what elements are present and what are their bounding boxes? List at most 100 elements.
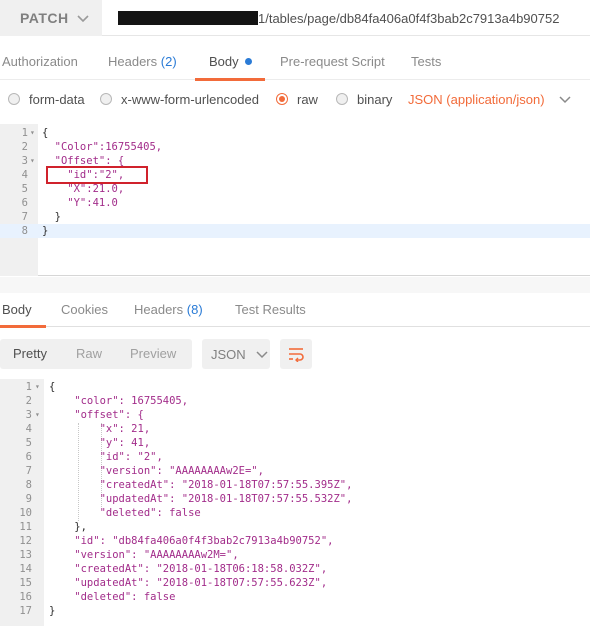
wrap-lines-icon bbox=[289, 348, 304, 362]
code-line: 4 "x": 21, bbox=[0, 422, 590, 436]
code-line: 9 "updatedAt": "2018-01-18T07:57:55.532Z… bbox=[0, 492, 590, 506]
code-line: 2 "color": 16755405, bbox=[0, 394, 590, 408]
code-text: { bbox=[42, 127, 49, 139]
fold-arrow-icon[interactable]: ▾ bbox=[35, 408, 40, 422]
wrap-lines-button[interactable] bbox=[280, 339, 312, 369]
line-number: 9 bbox=[25, 493, 32, 505]
line-number: 14 bbox=[19, 563, 32, 575]
code-text: "updatedAt": "2018-01-18T07:57:55.532Z", bbox=[49, 493, 353, 505]
pane-divider[interactable] bbox=[0, 277, 590, 293]
code-line: 6 "id": "2", bbox=[0, 450, 590, 464]
code-text: } bbox=[42, 225, 49, 237]
code-text: "id": "2", bbox=[49, 451, 163, 463]
tab-label: Body bbox=[209, 54, 239, 69]
code-text: "Y":41.0 bbox=[42, 197, 118, 209]
code-text: "version": "AAAAAAAAw2M=", bbox=[49, 549, 239, 561]
tab-label: Headers bbox=[134, 302, 184, 317]
code-text: "createdAt": "2018-01-18T07:57:55.395Z", bbox=[49, 479, 353, 491]
radio-x-www-form-urlencoded[interactable]: x-www-form-urlencoded bbox=[100, 85, 259, 113]
code-line: 1 ▾ { bbox=[0, 380, 590, 394]
radio-label: form-data bbox=[29, 91, 85, 107]
fold-arrow-icon[interactable]: ▾ bbox=[30, 126, 35, 140]
code-text: "deleted": false bbox=[49, 591, 176, 603]
code-line: 7 "version": "AAAAAAAAw2E=", bbox=[0, 464, 590, 478]
code-line: 16 "deleted": false bbox=[0, 590, 590, 604]
radio-label: x-www-form-urlencoded bbox=[121, 91, 259, 107]
tab-cookies[interactable]: Cookies bbox=[61, 293, 108, 327]
tab-response-headers[interactable]: Headers (8) bbox=[134, 293, 203, 327]
line-number: 8 bbox=[25, 479, 32, 491]
url-text: 1/tables/page/db84fa406a0f4f3bab2c7913a4… bbox=[258, 10, 560, 26]
tab-body[interactable]: Body bbox=[195, 44, 265, 81]
line-number: 1 bbox=[25, 381, 32, 393]
tab-tests[interactable]: Tests bbox=[411, 44, 441, 80]
tab-test-results[interactable]: Test Results bbox=[235, 293, 306, 327]
fold-arrow-icon[interactable]: ▾ bbox=[30, 154, 35, 168]
radio-button[interactable] bbox=[100, 93, 112, 105]
tab-authorization[interactable]: Authorization bbox=[2, 44, 78, 80]
code-text: "y": 41, bbox=[49, 437, 151, 449]
format-dropdown[interactable]: JSON bbox=[202, 339, 270, 369]
tab-label: Authorization bbox=[2, 54, 78, 69]
radio-label: raw bbox=[297, 91, 318, 107]
code-line: 11 }, bbox=[0, 520, 590, 534]
view-mode-segment: Pretty Raw Preview bbox=[0, 339, 192, 369]
code-text: "Color":16755405, bbox=[42, 141, 163, 153]
line-number: 7 bbox=[21, 211, 28, 223]
code-line: 8 "createdAt": "2018-01-18T07:57:55.395Z… bbox=[0, 478, 590, 492]
fold-arrow-icon[interactable]: ▾ bbox=[35, 380, 40, 394]
raw-button[interactable]: Raw bbox=[76, 339, 102, 369]
highlight-annotation-box bbox=[46, 166, 148, 184]
radio-form-data[interactable]: form-data bbox=[8, 85, 85, 113]
chevron-down-icon bbox=[559, 96, 571, 104]
line-number: 6 bbox=[25, 451, 32, 463]
code-text: "X":21.0, bbox=[42, 183, 125, 195]
radio-raw[interactable]: raw bbox=[276, 85, 318, 113]
url-input[interactable]: 1/tables/page/db84fa406a0f4f3bab2c7913a4… bbox=[118, 0, 559, 36]
code-line: 7 } bbox=[0, 210, 590, 224]
tab-pre-request-script[interactable]: Pre-request Script bbox=[280, 44, 385, 80]
code-line: 3 ▾ "offset": { bbox=[0, 408, 590, 422]
active-tab-indicator bbox=[195, 78, 265, 81]
radio-binary[interactable]: binary bbox=[336, 85, 392, 113]
modified-dot-icon bbox=[244, 58, 252, 66]
body-type-selector: form-data x-www-form-urlencoded raw bina… bbox=[0, 85, 590, 113]
request-url-bar: PATCH 1/tables/page/db84fa406a0f4f3bab2c… bbox=[0, 0, 590, 36]
response-body-viewer[interactable]: 1 ▾ { 2 "color": 16755405, 3 ▾ "offset":… bbox=[0, 379, 590, 626]
response-toolbar: Pretty Raw Preview JSON bbox=[0, 337, 590, 373]
preview-button[interactable]: Preview bbox=[130, 339, 176, 369]
active-tab-indicator bbox=[0, 325, 46, 328]
code-line: 12 "id": "db84fa406a0f4f3bab2c7913a4b907… bbox=[0, 534, 590, 548]
line-number: 5 bbox=[25, 437, 32, 449]
tab-headers[interactable]: Headers (2) bbox=[108, 44, 177, 80]
code-line: 10 "deleted": false bbox=[0, 506, 590, 520]
radio-button[interactable] bbox=[336, 93, 348, 105]
line-number: 2 bbox=[21, 141, 28, 153]
tab-label: Body bbox=[2, 302, 32, 317]
line-number: 3 bbox=[25, 409, 32, 421]
line-number: 17 bbox=[19, 605, 32, 617]
tab-response-body[interactable]: Body bbox=[0, 293, 46, 328]
radio-button-selected[interactable] bbox=[276, 93, 288, 105]
code-line: 14 "createdAt": "2018-01-18T06:18:58.032… bbox=[0, 562, 590, 576]
chevron-down-icon bbox=[77, 15, 89, 23]
code-text: { bbox=[49, 381, 56, 393]
code-line: 13 "version": "AAAAAAAAw2M=", bbox=[0, 548, 590, 562]
headers-count: (2) bbox=[160, 54, 177, 69]
code-text: "updatedAt": "2018-01-18T07:57:55.623Z", bbox=[49, 577, 328, 589]
line-number: 11 bbox=[19, 521, 32, 533]
pretty-button[interactable]: Pretty bbox=[13, 339, 47, 369]
code-text: "id": "db84fa406a0f4f3bab2c7913a4b90752"… bbox=[49, 535, 334, 547]
content-type-dropdown[interactable]: JSON (application/json) bbox=[408, 85, 571, 113]
line-number: 5 bbox=[21, 183, 28, 195]
radio-button[interactable] bbox=[8, 93, 20, 105]
response-tabs: Body Cookies Headers (8) Test Results bbox=[0, 293, 590, 328]
chevron-down-icon bbox=[256, 351, 268, 359]
line-number: 8 bbox=[21, 225, 28, 237]
code-text: } bbox=[49, 605, 56, 617]
method-selector[interactable]: PATCH bbox=[0, 0, 102, 36]
tab-label: Pre-request Script bbox=[280, 54, 385, 69]
content-type-label: JSON (application/json) bbox=[408, 91, 545, 107]
request-tabs: Authorization Headers (2) Body Pre-reque… bbox=[0, 44, 590, 81]
request-body-editor[interactable]: 1 ▾ { 2 "Color":16755405, 3 ▾ "Offset": … bbox=[0, 124, 590, 276]
